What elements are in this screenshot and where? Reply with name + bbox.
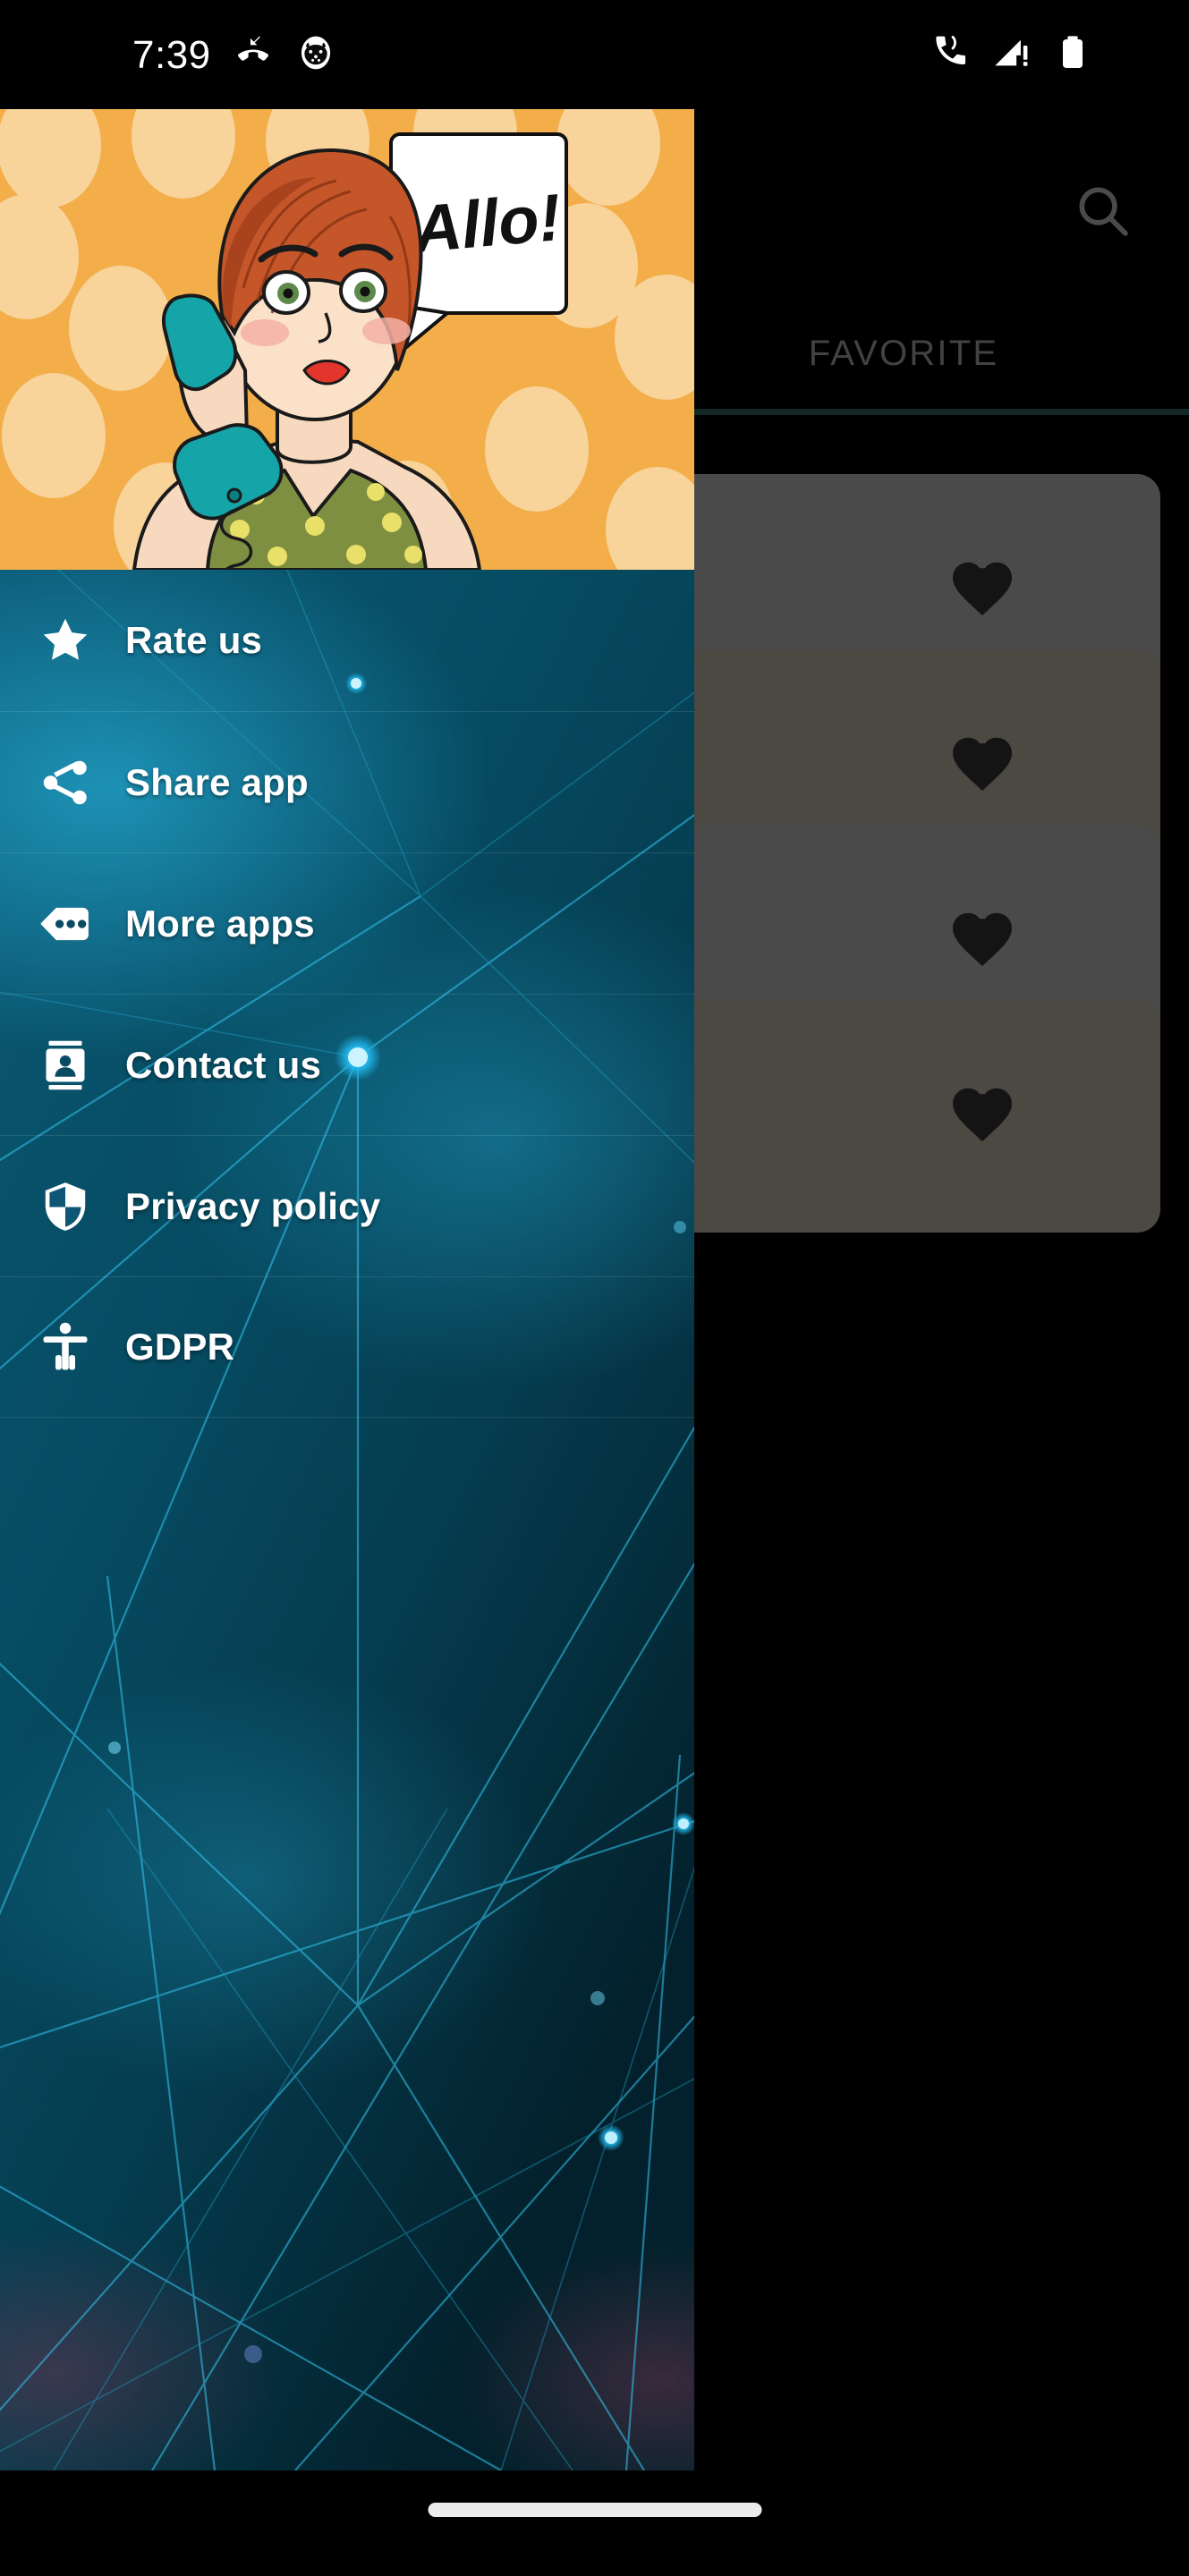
drawer-item-gdpr[interactable]: GDPR <box>0 1276 694 1418</box>
phone-screen: FAVORITE Allo! Rate us Share app More ap… <box>0 0 1189 2576</box>
cellular-no-sim-icon <box>992 32 1032 76</box>
drawer-item-rate-us[interactable]: Rate us <box>0 570 694 711</box>
drawer-item-more-apps[interactable]: More apps <box>0 852 694 994</box>
drawer-header-image: Allo! <box>0 109 694 570</box>
more-apps-icon <box>27 895 104 953</box>
accessibility-icon <box>27 1320 104 1374</box>
contact-card-icon <box>27 1038 104 1092</box>
navigation-drawer: Allo! Rate us Share app More apps Contac… <box>0 109 694 2470</box>
drawer-menu-list: Rate us Share app More apps Contact us P… <box>0 570 694 1418</box>
system-navigation-bar <box>0 2470 1189 2576</box>
shield-icon <box>27 1179 104 1234</box>
svg-text:Allo!: Allo! <box>409 180 564 267</box>
drawer-item-label: Privacy policy <box>125 1184 381 1227</box>
drawer-item-label: Contact us <box>125 1043 322 1086</box>
ringer-vibrate-call-icon <box>930 32 969 76</box>
status-bar-right <box>930 32 1091 76</box>
drawer-item-label: Share app <box>125 760 309 803</box>
drawer-item-label: GDPR <box>125 1326 235 1368</box>
drawer-item-contact-us[interactable]: Contact us <box>0 994 694 1135</box>
share-icon <box>27 756 104 809</box>
drawer-item-label: Rate us <box>125 619 263 661</box>
home-gesture-pill[interactable] <box>428 2503 761 2517</box>
drawer-item-label: More apps <box>125 902 315 945</box>
status-bar: 7:39 <box>0 0 1189 109</box>
drawer-item-privacy-policy[interactable]: Privacy policy <box>0 1135 694 1276</box>
status-bar-clock: 7:39 <box>132 32 211 77</box>
drawer-item-share-app[interactable]: Share app <box>0 711 694 852</box>
star-icon <box>27 613 104 668</box>
app-notification-icon <box>295 32 336 78</box>
missed-call-icon <box>233 32 274 78</box>
battery-full-icon <box>1055 32 1091 76</box>
status-bar-left: 7:39 <box>132 32 336 78</box>
